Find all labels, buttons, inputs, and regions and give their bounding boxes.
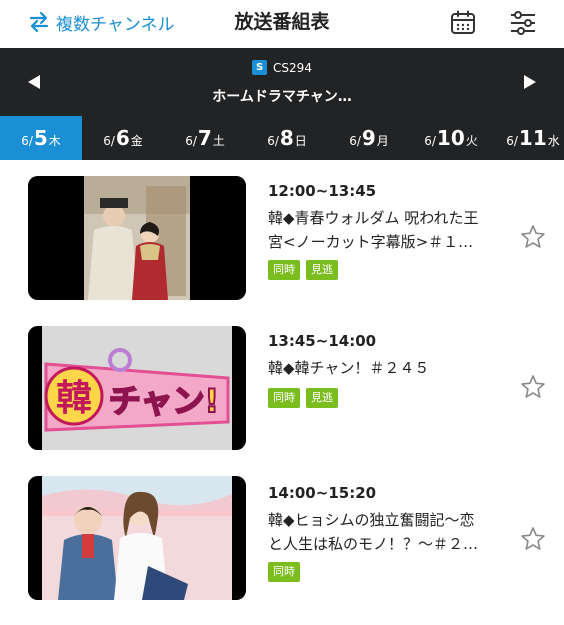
date-tab-6-9[interactable]: 6/9 月 (328, 116, 410, 160)
program-thumbnail[interactable]: 韓 チャン! (28, 326, 246, 450)
date-month: 6/ (506, 134, 518, 148)
channel-name: ホームドラマチャン… (212, 89, 352, 105)
program-time: 14:00~15:20 (268, 484, 377, 502)
calendar-button[interactable] (448, 8, 478, 38)
program-tags: 同時 見逃 (268, 260, 338, 280)
date-month: 6/ (349, 134, 361, 148)
date-day: 6 (115, 126, 130, 150)
channel-code: CS294 (273, 60, 312, 75)
program-item[interactable]: 12:00~13:45 韓◆青春ウォルダム 呪われた王 宮<ノーカット字幕版>＃… (0, 172, 564, 312)
date-day: 5 (33, 126, 48, 150)
date-tabs: 6/5 木 6/6 金 6/7 土 6/8 日 6/9 月 6/10 火 6/11 水 (0, 116, 564, 160)
date-weekday: 月 (376, 134, 389, 148)
app-header: 複数チャンネル 放送番組表 (0, 0, 564, 48)
program-title-line: 韓◆韓チャン！＃２４５ (268, 359, 430, 377)
multi-channel-button[interactable]: 複数チャンネル (28, 8, 175, 36)
kan-chan-logo-image: 韓 チャン! (28, 326, 246, 450)
program-title-line: 韓◆青春ウォルダム 呪われた王 (268, 209, 479, 227)
date-day: 7 (197, 126, 212, 150)
multi-channel-label: 複数チャンネル (56, 14, 175, 35)
date-day: 10 (436, 126, 465, 150)
simulcast-badge: 同時 (268, 562, 300, 582)
date-tab-6-8[interactable]: 6/8 日 (246, 116, 328, 160)
program-title[interactable]: 韓◆韓チャン！＃２４５ (268, 356, 504, 380)
date-month: 6/ (424, 134, 436, 148)
thumb-logo-text: チャン! (109, 382, 219, 420)
date-day: 8 (279, 126, 294, 150)
date-tab-6-6[interactable]: 6/6 金 (82, 116, 164, 160)
date-day: 11 (518, 126, 547, 150)
swap-arrows-icon (29, 11, 49, 33)
program-thumbnail[interactable] (28, 476, 246, 600)
date-month: 6/ (103, 134, 115, 148)
simulcast-badge: 同時 (268, 388, 300, 408)
program-thumbnail[interactable] (28, 176, 246, 300)
date-weekday: 金 (130, 134, 143, 148)
drama-poster-image (28, 176, 246, 300)
date-tab-6-7[interactable]: 6/7 土 (164, 116, 246, 160)
sliders-icon (511, 11, 535, 35)
channel-code-row: S CS294 (0, 60, 564, 75)
date-tab-6-5[interactable]: 6/5 木 (0, 116, 82, 160)
date-day: 9 (361, 126, 376, 150)
favorite-star-icon[interactable] (520, 526, 546, 552)
date-weekday: 日 (294, 134, 307, 148)
favorite-star-icon[interactable] (520, 374, 546, 400)
date-tab-6-10[interactable]: 6/10 火 (410, 116, 492, 160)
date-weekday: 土 (212, 134, 225, 148)
drama-poster-image (28, 476, 246, 600)
program-tags: 同時 (268, 562, 300, 582)
satellite-badge: S (252, 60, 268, 75)
date-month: 6/ (21, 134, 33, 148)
filter-button[interactable] (508, 8, 538, 38)
calendar-icon (451, 10, 475, 34)
date-weekday: 木 (48, 134, 61, 148)
program-title[interactable]: 韓◆青春ウォルダム 呪われた王 宮<ノーカット字幕版>＃１… (268, 206, 504, 254)
program-tags: 同時 見逃 (268, 388, 338, 408)
program-item[interactable]: 韓 チャン! 13:45~14:00 韓◆韓チャン！＃２４５ 同時 見逃 (0, 322, 564, 462)
date-month: 6/ (267, 134, 279, 148)
program-time: 13:45~14:00 (268, 332, 377, 350)
date-month: 6/ (185, 134, 197, 148)
program-title-line: 宮<ノーカット字幕版>＃１… (268, 233, 474, 251)
next-channel-button[interactable] (518, 70, 542, 94)
catchup-badge: 見逃 (306, 388, 338, 408)
simulcast-badge: 同時 (268, 260, 300, 280)
date-weekday: 水 (547, 134, 560, 148)
favorite-star-icon[interactable] (520, 224, 546, 250)
program-title-line: と人生は私のモノ！？～＃２… (268, 535, 479, 553)
channel-bar: S CS294 ホームドラマチャン… (0, 48, 564, 116)
thumb-logo-kanji: 韓 (56, 378, 92, 419)
program-title[interactable]: 韓◆ヒョシムの独立奮闘記～恋 と人生は私のモノ！？～＃２… (268, 508, 504, 556)
page-title: 放送番組表 (234, 11, 330, 33)
date-weekday: 火 (465, 134, 478, 148)
program-item[interactable]: 14:00~15:20 韓◆ヒョシムの独立奮闘記～恋 と人生は私のモノ！？～＃２… (0, 474, 564, 614)
program-title-line: 韓◆ヒョシムの独立奮闘記～恋 (268, 511, 475, 529)
catchup-badge: 見逃 (306, 260, 338, 280)
date-tab-6-11[interactable]: 6/11 水 (492, 116, 564, 160)
program-time: 12:00~13:45 (268, 182, 377, 200)
triangle-right-icon (524, 75, 536, 89)
